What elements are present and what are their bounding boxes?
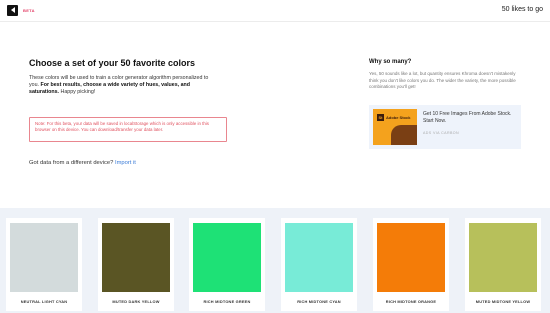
ad-illustration <box>391 125 417 145</box>
likes-counter: 50 likes to go <box>501 6 543 13</box>
color-label: RICH MIDTONE ORANGE <box>385 299 437 304</box>
color-card[interactable]: NEUTRAL LIGHT CYAN <box>6 218 82 311</box>
color-swatch[interactable] <box>469 223 537 292</box>
color-swatch[interactable] <box>102 223 170 292</box>
color-label: RICH MIDTONE CYAN <box>297 299 341 304</box>
color-card[interactable]: RICH MIDTONE ORANGE <box>373 218 449 311</box>
top-bar: BETA 50 likes to go <box>0 0 550 22</box>
color-swatch[interactable] <box>377 223 445 292</box>
why-text: Yes, 50 sounds like a lot, but quantity … <box>369 71 516 89</box>
color-card[interactable]: RICH MIDTONE GREEN <box>189 218 265 311</box>
color-card[interactable]: MUTED MIDTONE YELLOW <box>465 218 541 311</box>
color-swatch[interactable] <box>193 223 261 292</box>
color-card[interactable]: MUTED DARK YELLOW <box>98 218 174 311</box>
color-label: RICH MIDTONE GREEN <box>203 299 251 304</box>
intro-description: These colors will be used to train a col… <box>29 75 219 97</box>
color-swatch[interactable] <box>10 223 78 292</box>
import-prompt: Got data from a different device? Import… <box>29 160 136 166</box>
color-card[interactable]: RICH MIDTONE CYAN <box>281 218 357 311</box>
adobe-stock-logo-icon: St <box>377 114 384 121</box>
intro-bold-text: For best results, choose a wide variety … <box>29 82 191 96</box>
ad-brand: Adobe Stock <box>386 115 411 120</box>
import-prompt-text: Got data from a different device? <box>29 160 114 166</box>
import-link[interactable]: Import it <box>115 160 136 166</box>
carbon-ad[interactable]: St Adobe Stock Get 10 Free Images From A… <box>369 105 521 149</box>
color-label: MUTED MIDTONE YELLOW <box>475 299 531 304</box>
khroma-logo-icon[interactable] <box>7 5 18 16</box>
ad-image[interactable]: St Adobe Stock <box>373 109 417 145</box>
why-title: Why so many? <box>369 59 412 65</box>
beta-badge: BETA <box>23 8 35 13</box>
page-title: Choose a set of your 50 favorite colors <box>29 58 196 68</box>
storage-note: Note: For this beta, your data will be s… <box>29 117 227 142</box>
color-swatch[interactable] <box>285 223 353 292</box>
ad-text[interactable]: Get 10 Free Images From Adobe Stock. Sta… <box>423 111 517 125</box>
color-choices: NEUTRAL LIGHT CYAN MUTED DARK YELLOW RIC… <box>0 208 550 313</box>
color-label: NEUTRAL LIGHT CYAN <box>20 299 68 304</box>
ad-via-label[interactable]: ADS VIA CARBON <box>423 131 459 135</box>
intro-tail-text: Happy picking! <box>59 89 96 96</box>
color-label: MUTED DARK YELLOW <box>112 299 160 304</box>
